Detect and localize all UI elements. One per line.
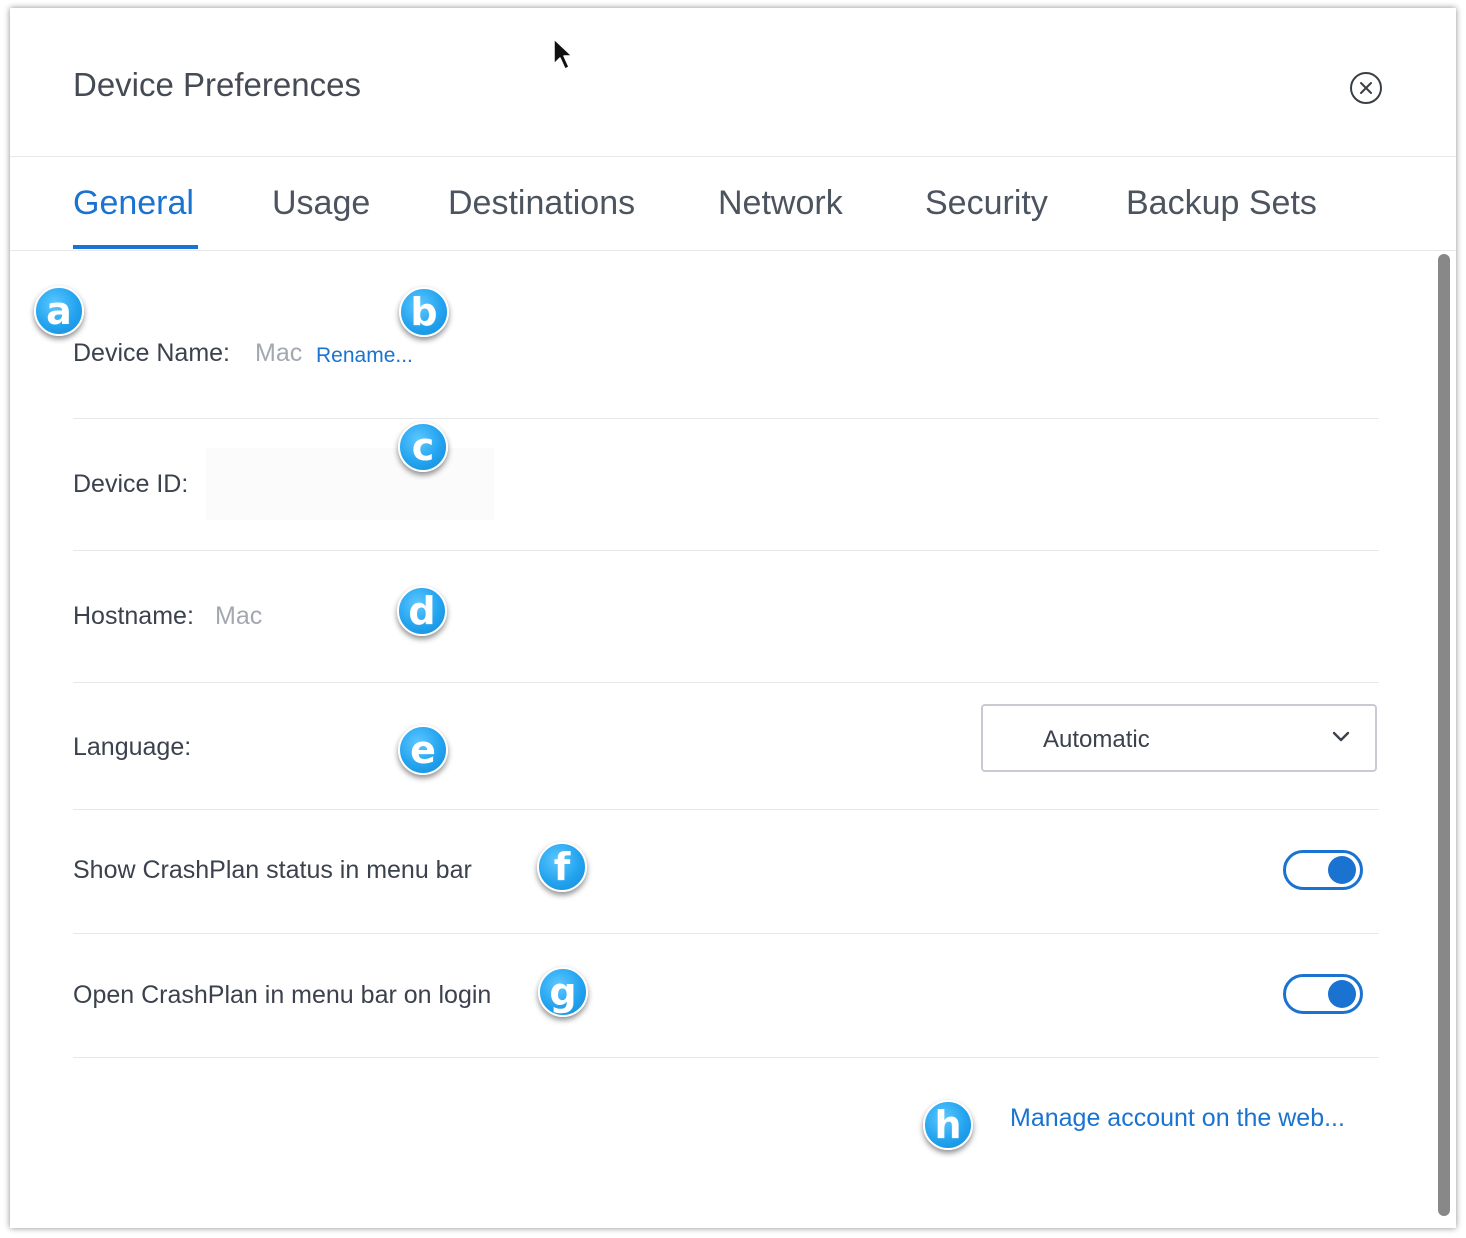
show-status-row: Show CrashPlan status in menu bar [73,809,1379,934]
language-select-value: Automatic [1043,726,1150,753]
chevron-down-icon [1332,731,1350,742]
device-id-row: Device ID: [73,418,1379,551]
scrollbar[interactable] [1438,254,1450,1216]
tab-security[interactable]: Security [925,184,1048,223]
hostname-value: Mac [215,602,263,630]
callout-badge-f: f [537,842,587,892]
toggle-knob [1328,980,1356,1008]
close-icon[interactable] [1350,72,1382,104]
language-label: Language: [73,733,192,761]
open-on-login-row: Open CrashPlan in menu bar on login [73,933,1379,1058]
tab-backup-sets[interactable]: Backup Sets [1126,184,1317,223]
tab-network[interactable]: Network [718,184,843,223]
hostname-label: Hostname: [73,602,194,630]
device-preferences-dialog: Device Preferences General Usage Destina… [10,8,1456,1228]
device-id-label: Device ID: [73,470,189,498]
active-tab-indicator [73,245,198,249]
callout-badge-e: e [398,725,448,775]
tab-destinations[interactable]: Destinations [448,184,635,223]
callout-badge-g: g [538,967,588,1017]
manage-account-link[interactable]: Manage account on the web... [1010,1104,1345,1133]
open-on-login-toggle[interactable] [1283,974,1363,1014]
device-name-label: Device Name: [73,339,230,367]
mouse-cursor-icon [553,38,573,70]
callout-badge-a: a [34,286,84,336]
device-id-value-redacted [206,448,494,520]
toggle-knob [1328,856,1356,884]
callout-badge-d: d [397,586,447,636]
dialog-header: Device Preferences [10,8,1456,157]
language-row: Language: Automatic [73,682,1379,810]
device-name-row: Device Name: Mac Rename... [73,286,1379,419]
rename-link[interactable]: Rename... [316,344,413,368]
show-status-toggle[interactable] [1283,850,1363,890]
show-status-label: Show CrashPlan status in menu bar [73,856,472,884]
tab-usage[interactable]: Usage [272,184,370,223]
language-select[interactable]: Automatic [981,704,1377,772]
callout-badge-h: h [923,1100,973,1150]
callout-badge-b: b [399,287,449,337]
tab-bar: General Usage Destinations Network Secur… [10,157,1456,251]
tab-general[interactable]: General [73,184,194,223]
device-name-value: Mac [255,339,303,367]
open-on-login-label: Open CrashPlan in menu bar on login [73,981,492,1009]
callout-badge-c: c [398,422,448,472]
dialog-title: Device Preferences [73,66,361,103]
hostname-row: Hostname: Mac [73,550,1379,683]
